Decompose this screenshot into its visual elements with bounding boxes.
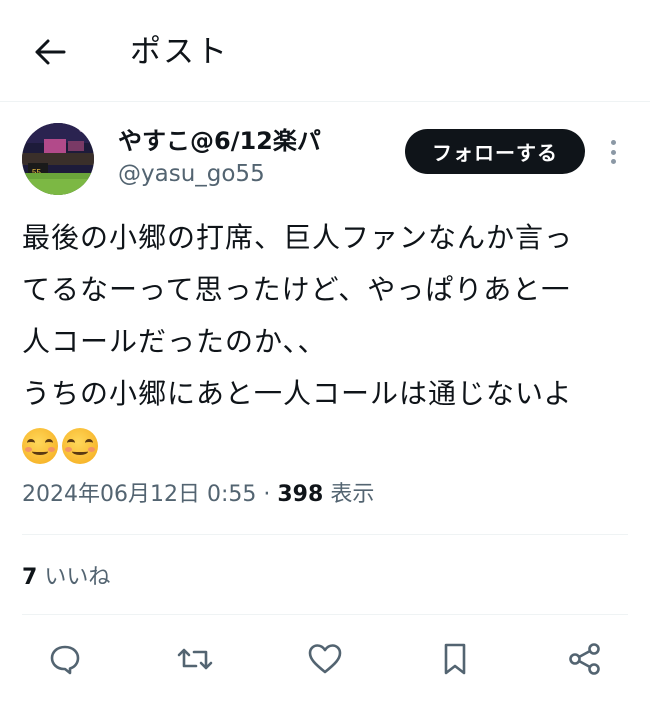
like-heart-icon[interactable] bbox=[305, 636, 345, 682]
page-title: ポスト bbox=[130, 34, 229, 70]
tweet-line: てるなーって思ったけど、やっぱりあと一 bbox=[22, 273, 571, 306]
tweet-line: うちの小郷にあと一人コールは通じないよ bbox=[22, 377, 573, 410]
smiling-face-with-blush-emoji-icon bbox=[22, 428, 58, 464]
likes-label: いいね bbox=[44, 565, 111, 590]
avatar[interactable]: 55 bbox=[22, 123, 94, 195]
repost-icon[interactable] bbox=[175, 636, 215, 682]
emoji-row bbox=[22, 420, 622, 472]
share-icon[interactable] bbox=[565, 636, 605, 682]
tweet-text: 最後の小郷の打席、巨人ファンなんか言っ てるなーって思ったけど、やっぱりあと一 … bbox=[22, 212, 622, 472]
tweet-meta: 2024年06月12日 0:55 · 398 表示 bbox=[22, 479, 374, 511]
meta-separator: · bbox=[263, 482, 271, 507]
views-label: 表示 bbox=[330, 482, 375, 507]
bookmark-icon[interactable] bbox=[435, 636, 475, 682]
author-handle[interactable]: @yasu_go55 bbox=[118, 158, 265, 190]
follow-button[interactable]: フォローする bbox=[405, 129, 585, 174]
divider bbox=[22, 534, 628, 535]
reply-icon[interactable] bbox=[45, 636, 85, 682]
tweet-line: 人コールだったのか、、 bbox=[22, 325, 327, 358]
likes-summary[interactable]: 7 いいね bbox=[22, 562, 110, 594]
back-arrow-icon[interactable] bbox=[30, 32, 70, 72]
more-options-icon[interactable] bbox=[600, 137, 626, 167]
timestamp[interactable]: 2024年06月12日 0:55 bbox=[22, 482, 256, 507]
views-count: 398 bbox=[277, 482, 324, 507]
tweet-line: 最後の小郷の打席、巨人ファンなんか言っ bbox=[22, 221, 574, 254]
likes-count: 7 bbox=[22, 565, 38, 590]
author-display-name[interactable]: やすこ@6/12楽パ bbox=[118, 125, 321, 157]
top-bar: ポスト bbox=[0, 0, 650, 102]
smiling-face-with-blush-emoji-icon bbox=[62, 428, 98, 464]
divider bbox=[22, 614, 628, 615]
action-bar bbox=[0, 636, 650, 682]
